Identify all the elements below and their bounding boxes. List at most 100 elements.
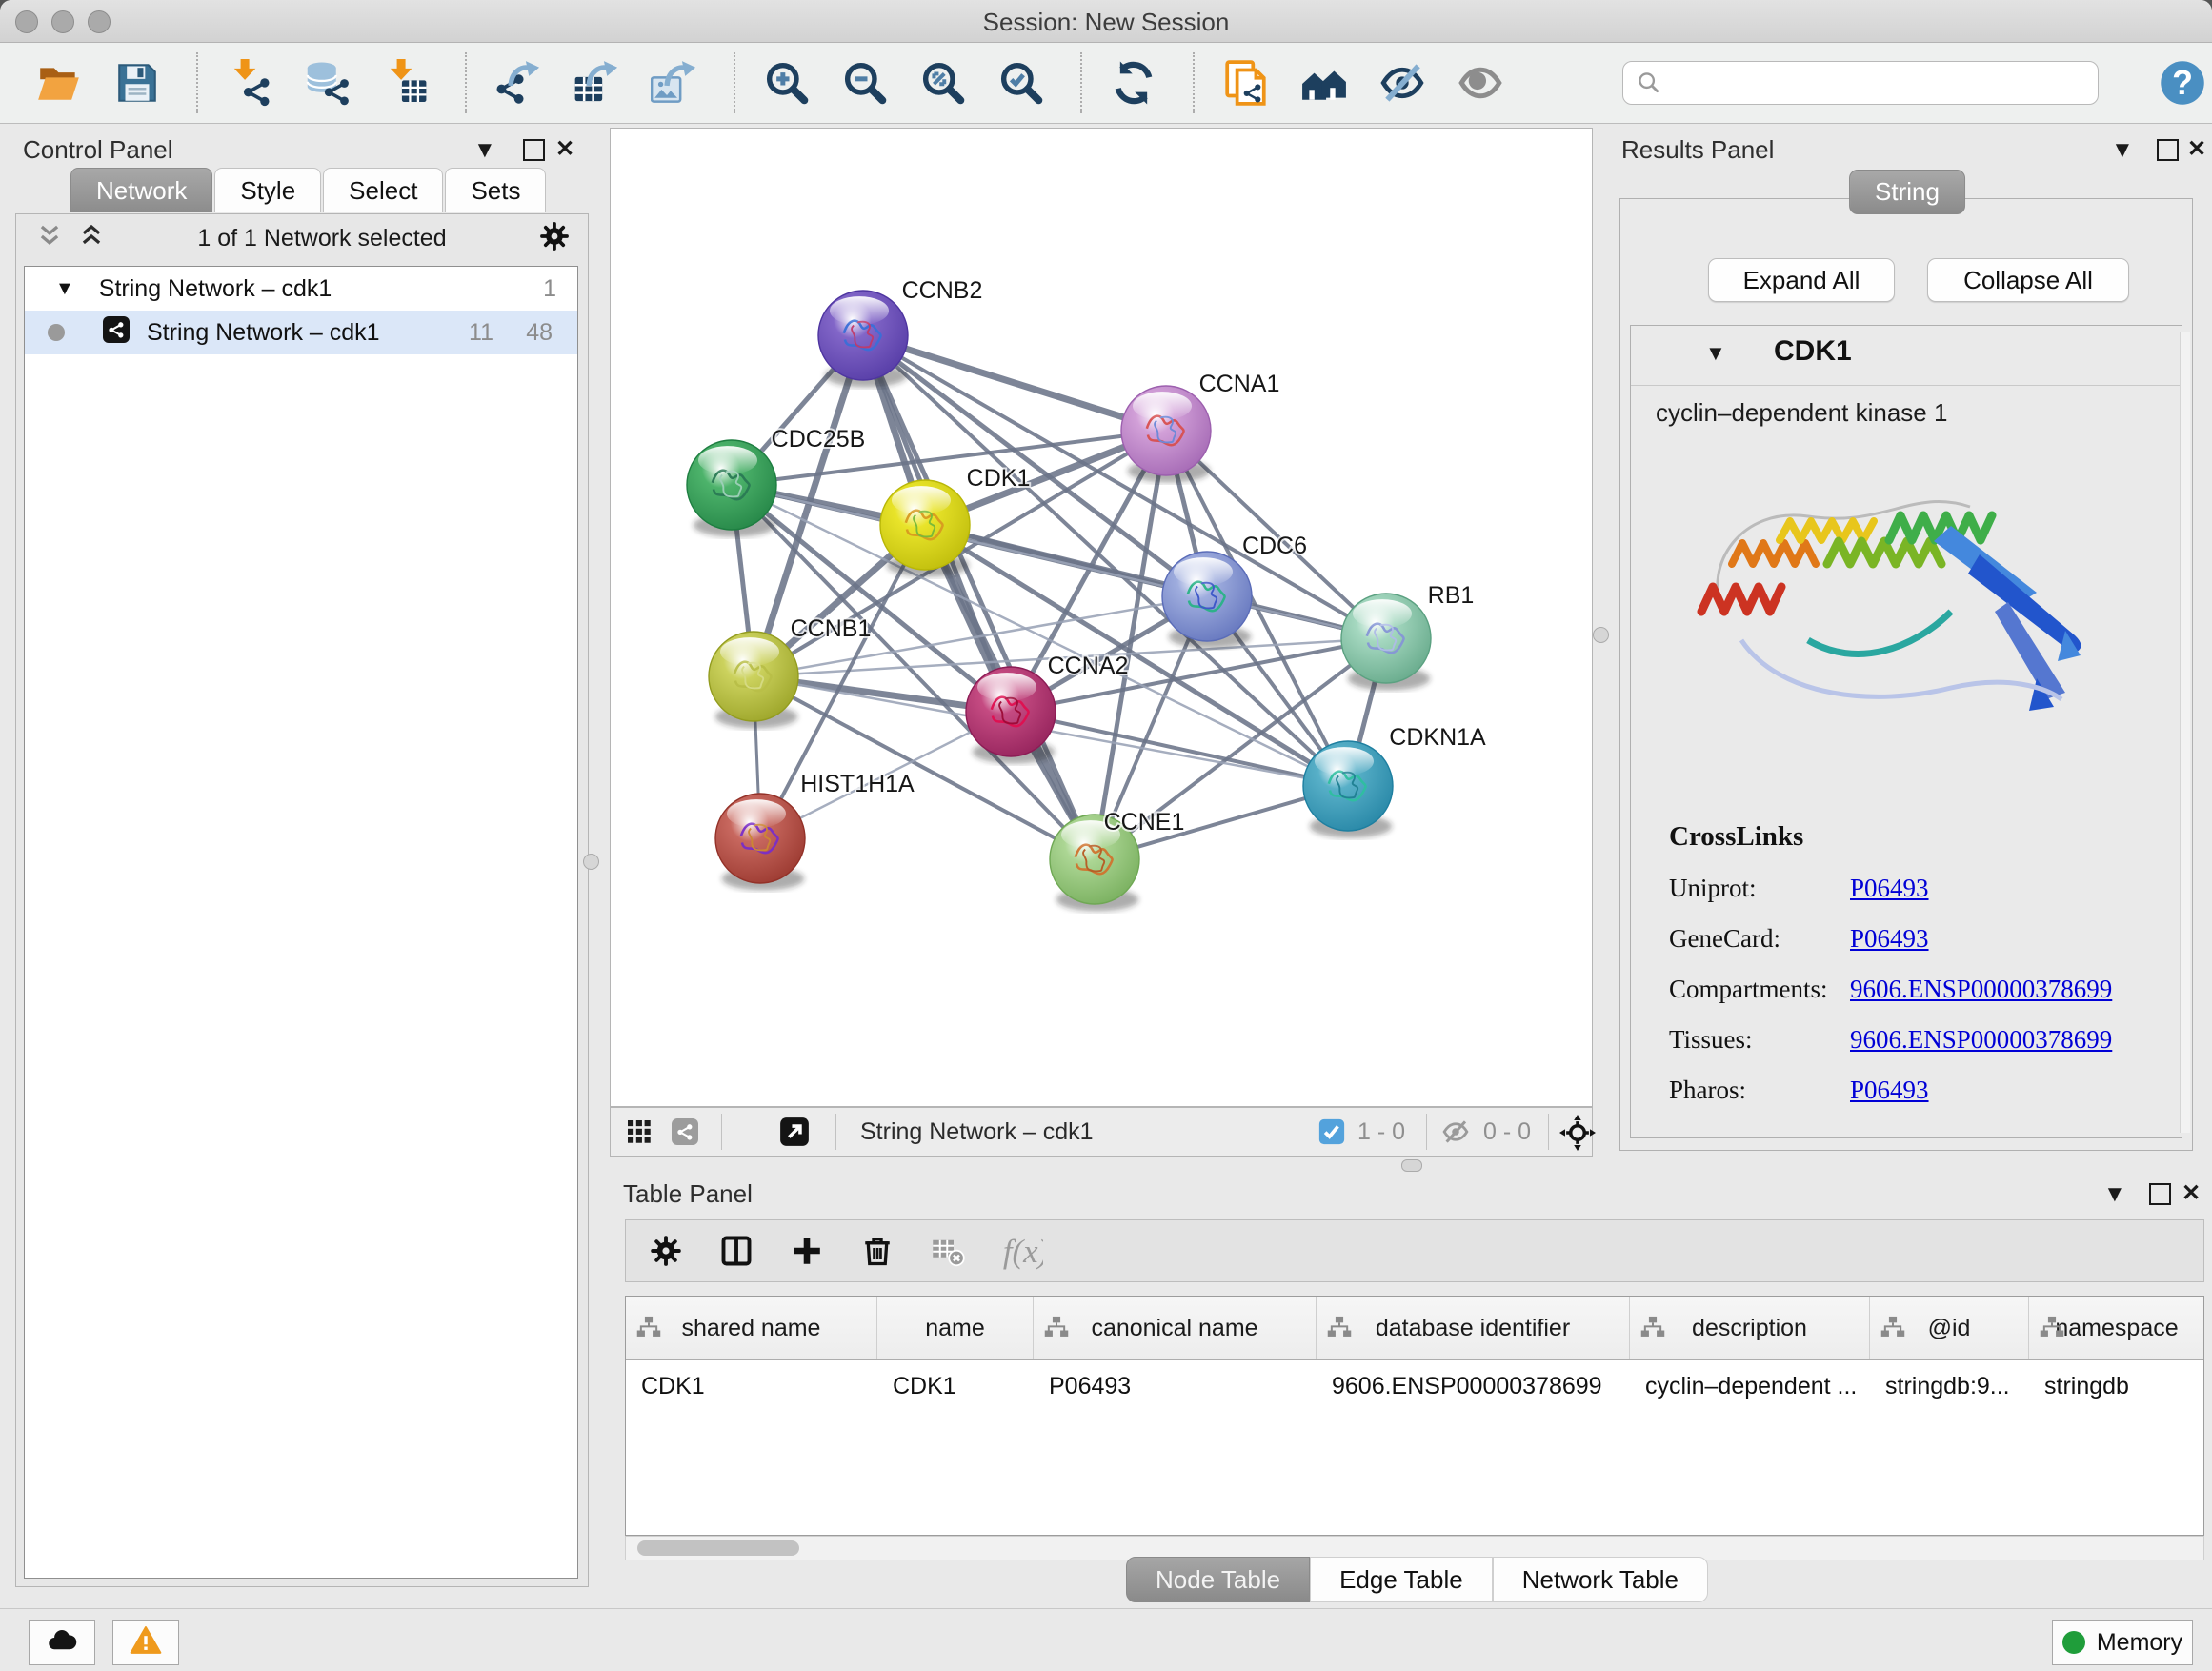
tab-edge-table[interactable]: Edge Table <box>1310 1557 1493 1602</box>
cloud-button[interactable] <box>29 1620 95 1665</box>
cell-description[interactable]: cyclin–dependent ... <box>1630 1373 1870 1400</box>
network-row[interactable]: String Network – cdk1 11 48 <box>25 311 577 354</box>
collapse-all-icon[interactable] <box>35 222 64 255</box>
node-CCNA1[interactable] <box>1121 386 1211 483</box>
zoom-selected-button[interactable] <box>995 56 1048 110</box>
node-CCNA2[interactable] <box>966 667 1056 764</box>
zoom-out-button[interactable] <box>838 56 892 110</box>
cell-shared-name[interactable]: CDK1 <box>626 1373 877 1400</box>
section-collapse-triangle-icon[interactable]: ▼ <box>1705 341 1726 366</box>
control-panel-menu-icon[interactable]: ▼ <box>473 137 496 164</box>
network-overview-button[interactable] <box>1297 56 1351 110</box>
tab-sets[interactable]: Sets <box>445 168 546 212</box>
results-panel-menu-icon[interactable]: ▼ <box>2111 137 2134 164</box>
node-table[interactable]: shared name name canonical name database… <box>625 1296 2204 1536</box>
control-panel-close-icon[interactable]: ✕ <box>555 135 574 163</box>
edge-CCNA2-CDKN1A[interactable] <box>1011 712 1348 786</box>
warnings-button[interactable] <box>112 1620 179 1665</box>
copy-network-button[interactable] <box>1219 56 1273 110</box>
crosslink-value-link[interactable]: P06493 <box>1850 924 1929 954</box>
collapse-triangle-icon[interactable]: ▼ <box>55 278 74 300</box>
collapse-all-button[interactable]: Collapse All <box>1927 258 2129 302</box>
cell-namespace[interactable]: stringdb <box>2029 1373 2204 1400</box>
cell--id[interactable]: stringdb:9... <box>1870 1373 2029 1400</box>
tab-string[interactable]: String <box>1849 170 1965 214</box>
grid-view-button[interactable] <box>624 1117 654 1152</box>
cell-canonical-name[interactable]: P06493 <box>1034 1373 1317 1400</box>
control-panel-float-icon[interactable] <box>523 139 545 161</box>
tab-select[interactable]: Select <box>323 168 443 212</box>
vertical-splitter-handle-right[interactable] <box>1593 627 1609 643</box>
crosslink-value-link[interactable]: 9606.ENSP00000378699 <box>1850 975 2112 1004</box>
table-row[interactable]: CDK1CDK1P064939606.ENSP00000378699cyclin… <box>626 1360 2203 1412</box>
tab-network[interactable]: Network <box>70 168 212 212</box>
export-image-button[interactable] <box>648 56 701 110</box>
node-HIST1H1A[interactable] <box>715 794 805 891</box>
selected-checkbox-icon[interactable] <box>1317 1117 1346 1151</box>
column-header-name[interactable]: name <box>877 1297 1034 1359</box>
refresh-button[interactable] <box>1107 56 1160 110</box>
add-button[interactable] <box>790 1234 824 1268</box>
cdk1-section-header[interactable]: ▼ CDK1 <box>1631 326 2182 386</box>
hide-selected-button[interactable] <box>1376 56 1429 110</box>
node-CDC6[interactable] <box>1162 552 1252 649</box>
export-table-button[interactable] <box>570 56 623 110</box>
tab-style[interactable]: Style <box>214 168 321 212</box>
import-network-database-button[interactable] <box>301 56 354 110</box>
delete-table-button[interactable] <box>931 1234 965 1268</box>
gear-icon[interactable] <box>538 220 571 257</box>
column-header-canonical-name[interactable]: canonical name <box>1034 1297 1317 1359</box>
node-CDKN1A[interactable] <box>1303 741 1393 838</box>
results-scrollbar[interactable] <box>2180 332 2190 1133</box>
crosslink-value-link[interactable]: P06493 <box>1850 874 1929 903</box>
tab-node-table[interactable]: Node Table <box>1126 1557 1310 1602</box>
column-header-description[interactable]: description <box>1630 1297 1870 1359</box>
column-header--id[interactable]: @id <box>1870 1297 2029 1359</box>
node-CDK1[interactable] <box>880 480 970 577</box>
open-in-window-button[interactable] <box>778 1116 811 1153</box>
title-bar[interactable]: Session: New Session <box>0 0 2212 43</box>
column-header-database-identifier[interactable]: database identifier <box>1317 1297 1630 1359</box>
cell-name[interactable]: CDK1 <box>877 1373 1034 1400</box>
table-panel-float-icon[interactable] <box>2149 1183 2171 1205</box>
memory-button[interactable]: Memory <box>2052 1620 2193 1665</box>
expand-all-button[interactable]: Expand All <box>1708 258 1895 302</box>
cell-database-identifier[interactable]: 9606.ENSP00000378699 <box>1317 1373 1630 1400</box>
fit-selected-button[interactable] <box>1559 1115 1596 1156</box>
scrollbar-thumb[interactable] <box>637 1540 799 1556</box>
gear-button[interactable] <box>649 1234 683 1268</box>
table-panel-close-icon[interactable]: ✕ <box>2182 1179 2201 1207</box>
network-canvas[interactable]: CCNB2CCNA1CDC25BCDK1CDC6RB1CCNB1CCNA2CDK… <box>610 128 1593 1107</box>
expand-all-icon[interactable] <box>77 222 106 255</box>
delete-button[interactable] <box>860 1234 895 1268</box>
crosslink-value-link[interactable]: 9606.ENSP00000378699 <box>1850 1025 2112 1055</box>
save-session-button[interactable] <box>111 56 164 110</box>
function-button[interactable]: f(x) <box>1001 1230 1043 1272</box>
node-CDC25B[interactable] <box>687 440 776 537</box>
help-button[interactable]: ? <box>2158 58 2207 108</box>
column-header-namespace[interactable]: namespace <box>2029 1297 2204 1359</box>
node-CCNB2[interactable] <box>818 291 908 388</box>
import-table-file-button[interactable] <box>379 56 432 110</box>
node-RB1[interactable] <box>1341 594 1431 691</box>
results-panel-float-icon[interactable] <box>2157 139 2179 161</box>
show-all-button[interactable] <box>1454 56 1507 110</box>
network-collection-row[interactable]: ▼ String Network – cdk1 1 <box>25 267 577 311</box>
share-view-button[interactable] <box>670 1117 700 1152</box>
column-header-shared-name[interactable]: shared name <box>626 1297 877 1359</box>
node-CCNB1[interactable] <box>709 632 798 729</box>
zoom-fit-button[interactable] <box>916 56 970 110</box>
open-session-button[interactable] <box>32 56 86 110</box>
zoom-in-button[interactable] <box>760 56 814 110</box>
search-input[interactable] <box>1622 61 2099 105</box>
table-panel-menu-icon[interactable]: ▼ <box>2103 1181 2126 1208</box>
columns-button[interactable] <box>719 1234 754 1268</box>
tab-network-table[interactable]: Network Table <box>1493 1557 1708 1602</box>
export-network-button[interactable] <box>492 56 545 110</box>
edge-CCNB2-CCNA1[interactable] <box>863 335 1166 431</box>
horizontal-splitter-handle[interactable] <box>1401 1159 1422 1172</box>
vertical-splitter-handle-left[interactable] <box>583 854 599 870</box>
import-network-file-button[interactable] <box>223 56 276 110</box>
results-panel-close-icon[interactable]: ✕ <box>2187 135 2206 163</box>
crosslink-value-link[interactable]: P06493 <box>1850 1076 1929 1105</box>
